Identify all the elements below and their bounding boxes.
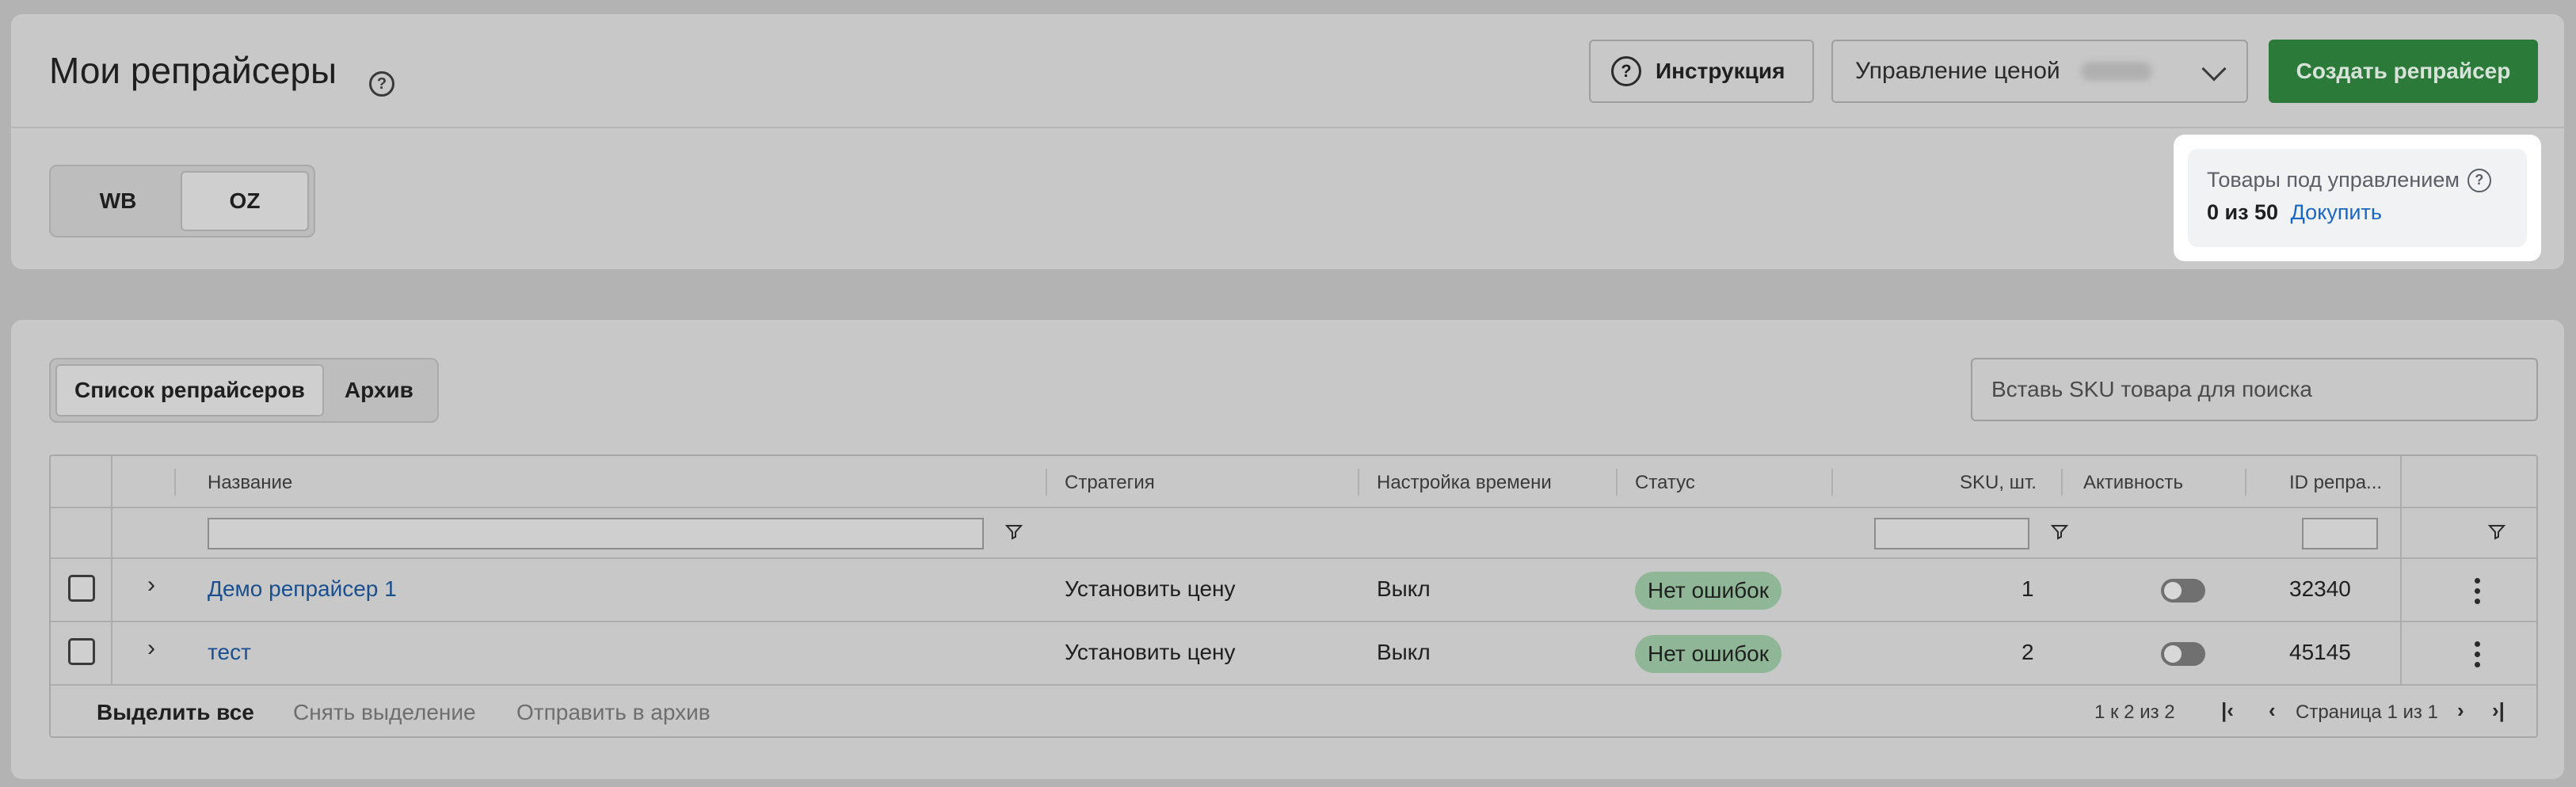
tab-repricer-list[interactable]: Список репрайсеров bbox=[55, 364, 324, 416]
page-title: Мои репрайсеры bbox=[49, 50, 337, 91]
quota-highlight: Товары под управлением ? 0 из 50 Докупит… bbox=[2174, 135, 2541, 261]
price-management-select[interactable]: Управление ценой bbox=[1831, 40, 2248, 103]
time-cell: Выкл bbox=[1377, 576, 1431, 601]
table-row[interactable]: › Демо репрайсер 1 Установить цену Выкл … bbox=[51, 559, 2536, 622]
column-header-activity[interactable]: Активность bbox=[2083, 472, 2183, 494]
table-footer: Выделить все Снять выделение Отправить в… bbox=[51, 686, 2536, 736]
column-header-sku[interactable]: SKU, шт. bbox=[1960, 472, 2037, 494]
price-select-label: Управление ценой bbox=[1855, 58, 2060, 84]
name-filter-input[interactable] bbox=[208, 518, 984, 549]
blurred-value bbox=[2080, 62, 2152, 81]
list-tabs: Список репрайсеров Архив bbox=[49, 358, 439, 423]
id-cell: 45145 bbox=[2289, 640, 2351, 664]
last-page-icon[interactable]: ›| bbox=[2492, 698, 2505, 723]
page-indicator: Страница 1 из 1 bbox=[2296, 701, 2438, 723]
instruction-label: Инструкция bbox=[1656, 59, 1785, 83]
help-circle-icon: ? bbox=[1611, 56, 1641, 86]
column-header-name[interactable]: Название bbox=[208, 472, 292, 494]
activity-toggle[interactable] bbox=[2161, 579, 2205, 603]
chevron-right-icon[interactable]: › bbox=[147, 572, 155, 599]
column-header-strategy[interactable]: Стратегия bbox=[1065, 472, 1155, 494]
filter-row bbox=[51, 508, 2536, 559]
chevron-right-icon[interactable]: › bbox=[147, 635, 155, 662]
create-repricer-button[interactable]: Создать репрайсер bbox=[2269, 40, 2538, 103]
repricer-name-link[interactable]: тест bbox=[208, 640, 251, 665]
row-checkbox[interactable] bbox=[68, 575, 95, 602]
time-cell: Выкл bbox=[1377, 640, 1431, 664]
instruction-button[interactable]: ? Инструкция bbox=[1589, 40, 1814, 103]
tab-archive[interactable]: Архив bbox=[327, 364, 431, 416]
sku-filter-input[interactable] bbox=[1874, 518, 2029, 549]
filter-icon[interactable] bbox=[2050, 523, 2069, 542]
page-header: Мои репрайсеры ? ? Инструкция Управление… bbox=[11, 14, 2564, 128]
send-to-archive-button[interactable]: Отправить в архив bbox=[516, 700, 711, 725]
kebab-menu-icon[interactable] bbox=[2475, 641, 2481, 672]
kebab-menu-icon[interactable] bbox=[2475, 578, 2481, 609]
status-badge: Нет ошибок bbox=[1635, 635, 1782, 673]
repricer-name-link[interactable]: Демо репрайсер 1 bbox=[208, 576, 397, 602]
quota-title: Товары под управлением ? bbox=[2207, 168, 2508, 192]
select-all-button[interactable]: Выделить все bbox=[97, 700, 254, 725]
repricer-list-card: Список репрайсеров Архив Название Страте… bbox=[11, 320, 2564, 779]
strategy-cell: Установить цену bbox=[1065, 640, 1236, 664]
quota-count: 0 из 50 bbox=[2207, 200, 2279, 224]
sku-cell: 1 bbox=[2022, 576, 2034, 601]
sku-search-input[interactable] bbox=[1971, 358, 2538, 421]
column-header-time[interactable]: Настройка времени bbox=[1377, 472, 1552, 494]
marketplace-toggle: WB OZ bbox=[49, 165, 315, 238]
help-circle-icon[interactable]: ? bbox=[369, 71, 394, 97]
strategy-cell: Установить цену bbox=[1065, 576, 1236, 601]
sku-cell: 2 bbox=[2022, 640, 2034, 664]
row-range: 1 к 2 из 2 bbox=[2094, 701, 2175, 723]
row-checkbox[interactable] bbox=[68, 638, 95, 665]
first-page-icon[interactable]: |‹ bbox=[2221, 698, 2234, 723]
column-header-id[interactable]: ID репра... bbox=[2289, 472, 2382, 494]
quota-line: 0 из 50 Докупить bbox=[2207, 200, 2508, 225]
quota-panel: Товары под управлением ? 0 из 50 Докупит… bbox=[2188, 149, 2527, 247]
prev-page-icon[interactable]: ‹ bbox=[2269, 698, 2276, 723]
buy-more-link[interactable]: Докупить bbox=[2291, 200, 2382, 224]
id-filter-input[interactable] bbox=[2302, 518, 2378, 549]
filter-icon[interactable] bbox=[2487, 523, 2506, 542]
quota-title-text: Товары под управлением bbox=[2207, 168, 2460, 192]
column-header-status[interactable]: Статус bbox=[1635, 472, 1695, 494]
chevron-down-icon bbox=[2201, 56, 2227, 82]
help-circle-icon[interactable]: ? bbox=[2467, 168, 2491, 192]
activity-toggle[interactable] bbox=[2161, 642, 2205, 666]
marketplace-option-oz[interactable]: OZ bbox=[181, 171, 309, 231]
next-page-icon[interactable]: › bbox=[2457, 698, 2464, 723]
status-badge: Нет ошибок bbox=[1635, 572, 1782, 610]
deselect-button[interactable]: Снять выделение bbox=[293, 700, 476, 725]
table-header: Название Стратегия Настройка времени Ста… bbox=[51, 456, 2536, 508]
filter-icon[interactable] bbox=[1004, 523, 1023, 542]
table-row[interactable]: › тест Установить цену Выкл Нет ошибок 2… bbox=[51, 622, 2536, 686]
id-cell: 32340 bbox=[2289, 576, 2351, 601]
repricer-table: Название Стратегия Настройка времени Ста… bbox=[49, 454, 2538, 738]
marketplace-option-wb[interactable]: WB bbox=[55, 171, 181, 231]
